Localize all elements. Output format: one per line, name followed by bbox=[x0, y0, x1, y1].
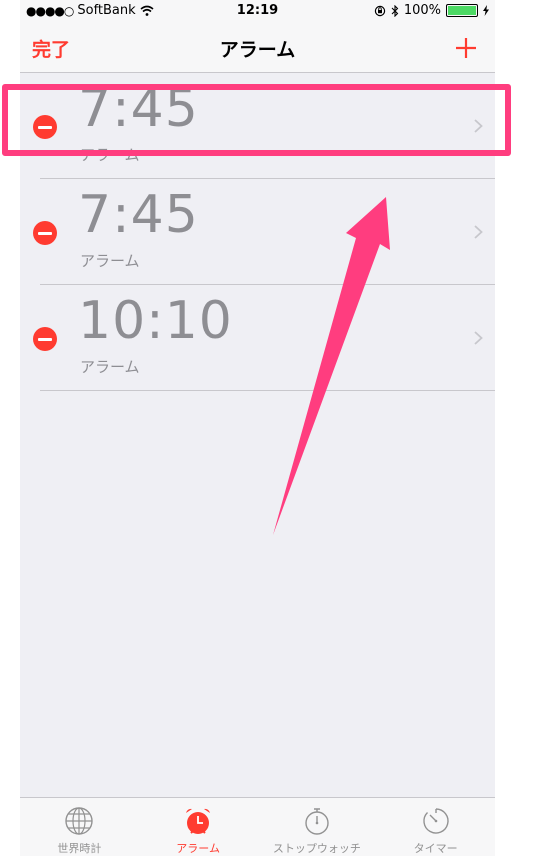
annotation-arrow-icon bbox=[273, 197, 390, 535]
